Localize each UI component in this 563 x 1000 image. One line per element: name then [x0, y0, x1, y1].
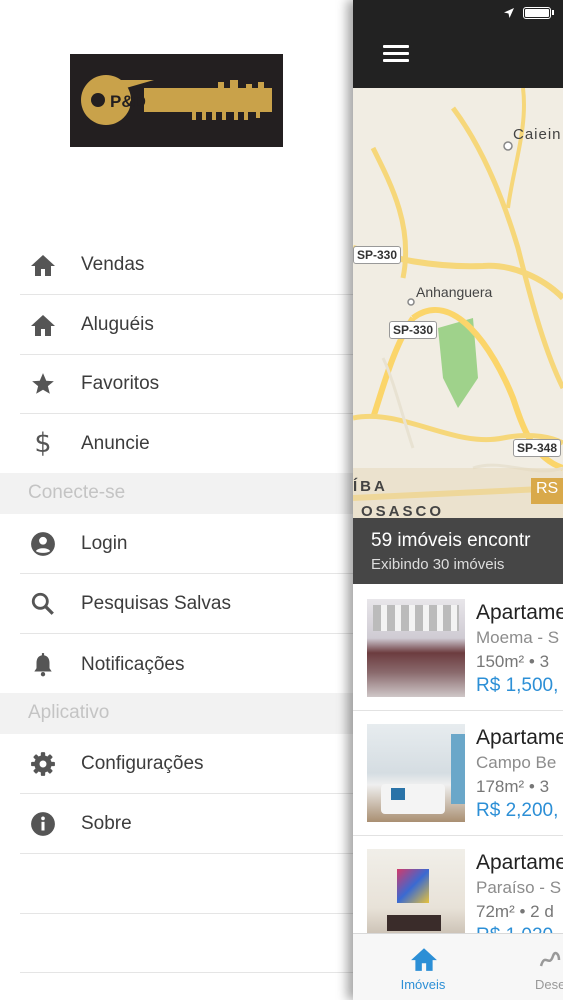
nav-bar — [353, 0, 563, 88]
listing-title: Apartame — [476, 726, 563, 749]
listing-card[interactable]: Apartame Moema - S 150m² • 3 R$ 1,500, — [353, 586, 563, 711]
menu-item-login[interactable]: Login — [20, 515, 353, 574]
battery-icon — [523, 7, 551, 19]
listing-location: Moema - S — [476, 628, 560, 647]
menu-item-label: Login — [81, 533, 128, 554]
menu-item-label: Notificações — [81, 653, 185, 675]
menu-item-favoritos[interactable]: Favoritos — [20, 355, 353, 414]
listing-location: Paraíso - S — [476, 878, 562, 897]
map-label-anhanguera: Anhanguera — [416, 284, 493, 300]
tab-desenhar[interactable]: Dese — [523, 934, 563, 1000]
search-icon — [28, 589, 58, 619]
side-drawer: P&D Vendas Aluguéis Favoritos $ Anuncie … — [0, 0, 353, 1000]
listing-location: Campo Be — [476, 753, 557, 772]
map-road-badge: SP-330 — [353, 246, 402, 264]
tab-label: Imóveis — [400, 977, 446, 992]
menu-item-notificacoes[interactable]: Notificações — [20, 635, 353, 694]
menu-item-label: Configurações — [81, 753, 204, 774]
results-count: 59 imóveis encontr — [371, 530, 531, 551]
listing-area: 178m² — [476, 777, 525, 796]
listing-specs: 150m² • 3 — [476, 652, 549, 672]
map-view[interactable]: Caiein SP-330 Anhanguera SP-330 SP-348 R… — [353, 88, 563, 518]
results-summary-overlay: 59 imóveis encontr Exibindo 30 imóveis — [353, 518, 563, 584]
menu-empty-row — [20, 855, 353, 914]
dollar-icon: $ — [34, 428, 52, 459]
logo-text: P&D — [110, 92, 146, 111]
map-label-city: ÍBA — [353, 478, 388, 495]
star-icon — [28, 369, 58, 399]
listing-specs: 72m² • 2 d — [476, 902, 554, 922]
section-title: Conecte-se — [28, 482, 126, 503]
listing-title: Apartame — [476, 601, 563, 624]
gear-icon — [28, 749, 58, 779]
menu-item-label: Pesquisas Salvas — [81, 593, 231, 614]
hamburger-menu-button[interactable] — [383, 43, 411, 65]
home-icon — [411, 948, 437, 971]
listing-card[interactable]: Apartame Campo Be 178m² • 3 R$ 2,200, — [353, 711, 563, 836]
status-bar — [353, 0, 563, 28]
listing-rooms: • 3 — [528, 777, 550, 796]
map-road-badge: SP-348 — [513, 439, 562, 457]
section-header-app: Aplicativo — [0, 693, 353, 734]
menu-item-alugueis[interactable]: Aluguéis — [20, 296, 353, 355]
listing-photo — [367, 599, 465, 697]
menu-item-label: Sobre — [81, 813, 132, 834]
results-showing: Exibindo 30 imóveis — [371, 556, 505, 573]
info-icon — [28, 809, 58, 839]
listing-rooms: • 3 — [528, 652, 550, 671]
account-icon — [28, 529, 58, 559]
tab-bar: Imóveis Dese — [353, 933, 563, 1000]
menu-item-anuncie[interactable]: $ Anuncie — [20, 414, 353, 473]
tab-imoveis[interactable]: Imóveis — [383, 934, 463, 1000]
menu-empty-row — [20, 914, 353, 973]
location-arrow-icon — [504, 8, 514, 18]
menu-item-label: Anuncie — [81, 432, 150, 454]
bell-icon — [28, 650, 58, 680]
listing-photo — [367, 724, 465, 822]
listing-title: Apartame — [476, 851, 563, 874]
menu-item-pesquisas-salvas[interactable]: Pesquisas Salvas — [20, 575, 353, 634]
tab-label: Dese — [535, 977, 563, 992]
map-label-city: OSASCO — [361, 503, 445, 518]
draw-icon — [539, 951, 561, 967]
menu-item-vendas[interactable]: Vendas — [20, 236, 353, 295]
map-label-caieiras: Caiein — [513, 126, 562, 143]
section-title: Aplicativo — [28, 702, 110, 723]
listing-price: R$ 1,500, — [476, 675, 559, 696]
home-icon — [28, 310, 58, 340]
listing-area: 150m² — [476, 652, 525, 671]
section-header-connect: Conecte-se — [0, 473, 353, 514]
main-panel: Caiein SP-330 Anhanguera SP-330 SP-348 R… — [353, 0, 563, 1000]
menu-item-label: Aluguéis — [81, 314, 154, 335]
listing-area: 72m² — [476, 902, 515, 921]
listing-rooms: • 2 d — [519, 902, 554, 921]
menu-item-label: Favoritos — [81, 373, 160, 394]
menu-item-label: Vendas — [81, 254, 145, 275]
pd-logo: P&D — [70, 54, 283, 147]
menu-item-configuracoes[interactable]: Configurações — [20, 735, 353, 794]
listing-specs: 178m² • 3 — [476, 777, 549, 797]
map-road-badge: SP-330 — [389, 321, 438, 339]
listing-price: R$ 2,200, — [476, 800, 559, 821]
menu-item-sobre[interactable]: Sobre — [20, 795, 353, 854]
key-logo-image: P&D — [81, 75, 272, 125]
home-icon — [28, 250, 58, 280]
map-road-badge: RS — [536, 480, 559, 497]
